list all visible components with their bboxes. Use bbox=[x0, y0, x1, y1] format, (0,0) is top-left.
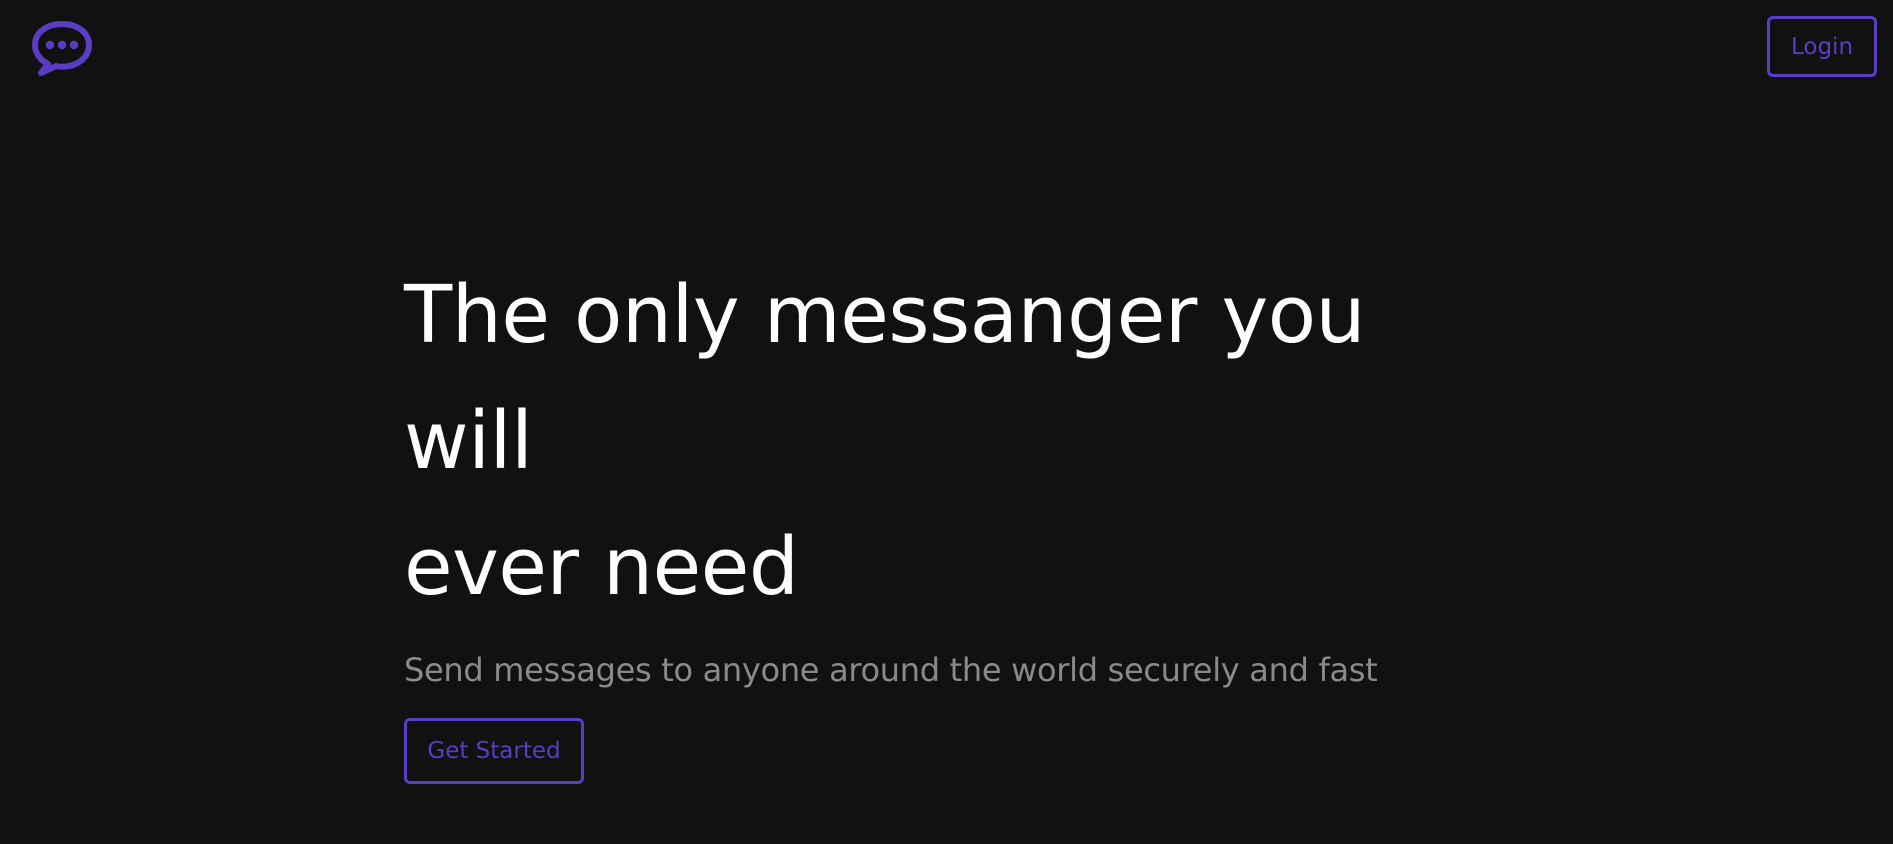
landing-page: Login The only messanger you will ever n… bbox=[0, 0, 1893, 844]
hero-section: The only messanger you will ever need Se… bbox=[404, 252, 1504, 784]
hero-title: The only messanger you will ever need bbox=[404, 252, 1504, 630]
get-started-button[interactable]: Get Started bbox=[404, 718, 584, 784]
login-button[interactable]: Login bbox=[1767, 16, 1877, 77]
hero-title-line-2: ever need bbox=[404, 521, 799, 613]
chat-bubble-icon[interactable] bbox=[31, 20, 93, 76]
hero-title-line-1: The only messanger you will bbox=[404, 269, 1366, 487]
hero-subtitle: Send messages to anyone around the world… bbox=[404, 651, 1378, 689]
